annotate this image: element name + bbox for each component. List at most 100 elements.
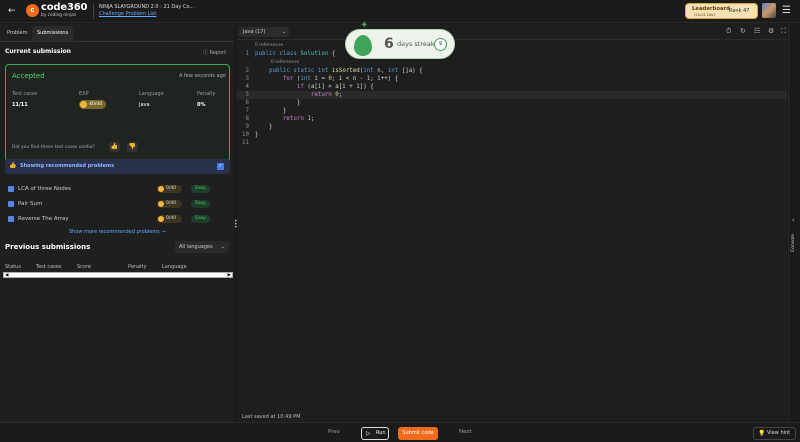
- report-icon: ⓘ: [203, 50, 210, 56]
- scroll-right-icon[interactable]: ▶: [228, 273, 231, 278]
- exp-badge: 0/40: [157, 185, 182, 193]
- language-filter-select[interactable]: All languages ⌄: [175, 241, 229, 253]
- header-divider: [93, 4, 94, 19]
- line-number: 4: [245, 84, 250, 90]
- next-button[interactable]: Next: [459, 429, 472, 435]
- problem-icon: [8, 201, 14, 207]
- thumbs-down-icon[interactable]: 👎: [127, 142, 138, 152]
- problem-list-link[interactable]: Challenge Problem List: [99, 11, 156, 17]
- column-header: Penalty: [128, 264, 147, 270]
- code-line: }: [255, 100, 301, 106]
- references-hint: 0 references: [271, 60, 300, 65]
- code360-logo-icon[interactable]: c: [26, 4, 39, 17]
- code-line: if (a[i] > a[i + 1]) {: [296, 84, 374, 90]
- test-cases-label: Test cases: [12, 91, 38, 97]
- column-header: Status: [5, 264, 21, 270]
- lightbulb-icon: 💡: [758, 430, 766, 437]
- line-number: 6: [245, 100, 250, 106]
- rank-label: Rank 47: [729, 8, 750, 14]
- exp-value: 40/40: [89, 102, 103, 107]
- code-line: }: [255, 108, 287, 114]
- logo-brand[interactable]: code360: [41, 2, 87, 13]
- show-more-link[interactable]: Show more recommended problems →: [69, 229, 166, 235]
- sparkle-icon: ✦: [360, 20, 369, 31]
- list-icon[interactable]: ☷: [754, 27, 760, 35]
- code-line: return 0;: [310, 92, 343, 98]
- list-item[interactable]: LCA of three Nodes 0/40 Easy: [7, 184, 222, 196]
- run-button[interactable]: ▷ Run: [361, 427, 389, 440]
- recommended-banner[interactable]: 👍 Showing recommended problems ✓: [5, 159, 230, 174]
- language-select-value: Java (17): [243, 29, 266, 35]
- event-title: NINJA SLAYGROUND 2.0 : 21 Day Co...: [99, 4, 195, 10]
- report-label: Report: [209, 50, 227, 56]
- accepted-card: Accepted A few seconds ago Test cases EX…: [5, 64, 230, 162]
- prev-button[interactable]: Prev: [328, 429, 340, 435]
- test-cases-value: 11/11: [12, 102, 28, 108]
- tab-submissions[interactable]: Submissions: [32, 26, 74, 41]
- checkbox-checked-icon[interactable]: ✓: [217, 163, 224, 170]
- console-sidebar[interactable]: ‹ Console: [788, 24, 800, 422]
- streak-popup[interactable]: ✦ 6 days streak 9: [345, 20, 455, 59]
- code-line: }: [255, 132, 259, 138]
- difficulty-badge: Easy: [191, 200, 210, 208]
- difficulty-badge: Easy: [191, 185, 210, 193]
- report-button[interactable]: ⓘ Report: [203, 49, 226, 56]
- language-select[interactable]: Java (17) ⌄: [239, 27, 289, 37]
- coin-icon: [158, 216, 164, 222]
- last-saved-status: Last saved at 10:49 PM: [242, 414, 301, 420]
- line-number: 10: [242, 132, 249, 138]
- play-icon: ▷: [366, 430, 371, 437]
- exp-value: 0/40: [166, 216, 177, 221]
- streak-label: days streak: [397, 40, 435, 48]
- column-header: Language: [162, 264, 187, 270]
- chevron-left-icon[interactable]: ‹: [792, 217, 794, 224]
- status-accepted: Accepted: [12, 72, 45, 80]
- chevron-down-icon: ⌄: [281, 29, 286, 35]
- timer-icon[interactable]: ⏱: [726, 27, 731, 36]
- reset-icon[interactable]: ↻: [740, 27, 746, 35]
- console-label[interactable]: Console: [791, 234, 796, 252]
- exp-value: 0/40: [166, 186, 177, 191]
- exp-value: 0/40: [166, 201, 177, 206]
- list-item[interactable]: Pair Sum 0/40 Easy: [7, 199, 222, 211]
- hamburger-menu-icon[interactable]: ☰: [782, 5, 791, 16]
- submission-time: A few seconds ago: [179, 73, 226, 79]
- tab-problem[interactable]: Problem: [2, 26, 32, 41]
- problem-icon: [8, 216, 14, 222]
- streak-badge: 9: [434, 38, 447, 51]
- problem-name[interactable]: LCA of three Nodes: [18, 186, 71, 192]
- submit-button[interactable]: Submit code: [398, 427, 438, 440]
- code-line: }: [255, 124, 273, 130]
- coin-icon: [158, 201, 164, 207]
- line-number: 2: [245, 68, 250, 74]
- exp-badge: 0/40: [157, 200, 182, 208]
- column-header: Test cases: [36, 264, 62, 270]
- run-label: Run: [376, 430, 386, 436]
- code-editor[interactable]: Java (17) ⌄ ⏱ ↻ ☷ ⚙ ⛶ 0 references 1 publi…: [237, 24, 787, 422]
- leaderboard-button[interactable]: Leaderboard (25-01 Dec) Rank 47: [685, 3, 758, 19]
- bottom-bar: Prev ▷ Run Submit code Next 💡 View hint: [0, 422, 800, 442]
- view-hint-button[interactable]: 💡 View hint: [753, 427, 796, 440]
- code-area[interactable]: 0 references 1 public class Solution { 0 …: [237, 42, 787, 412]
- settings-gear-icon[interactable]: ⚙: [768, 27, 774, 35]
- coin-icon: [80, 101, 87, 108]
- streak-count: 6: [384, 36, 394, 52]
- column-header: Score: [77, 264, 92, 270]
- problem-name[interactable]: Pair Sum: [18, 201, 42, 207]
- avatar[interactable]: [762, 3, 776, 18]
- language-label: Language: [139, 91, 164, 97]
- line-number: 9: [245, 124, 250, 130]
- exp-badge: 40/40: [79, 100, 106, 109]
- problem-icon: [8, 186, 14, 192]
- thumbs-up-icon[interactable]: 👍: [109, 142, 120, 152]
- line-number: 8: [245, 116, 250, 122]
- list-item[interactable]: Reverse The Array 0/40 Easy: [7, 214, 222, 226]
- scroll-left-icon[interactable]: ◀: [5, 273, 8, 278]
- horizontal-scrollbar[interactable]: ◀ ▶: [3, 272, 233, 278]
- problem-name[interactable]: Reverse The Array: [18, 216, 69, 222]
- back-arrow-icon[interactable]: ←: [8, 6, 16, 16]
- language-value: Java: [139, 102, 150, 108]
- code-line: return 1;: [282, 116, 315, 122]
- fullscreen-icon[interactable]: ⛶: [781, 27, 786, 36]
- code-line: public static int isSorted(int n, int []…: [268, 68, 423, 74]
